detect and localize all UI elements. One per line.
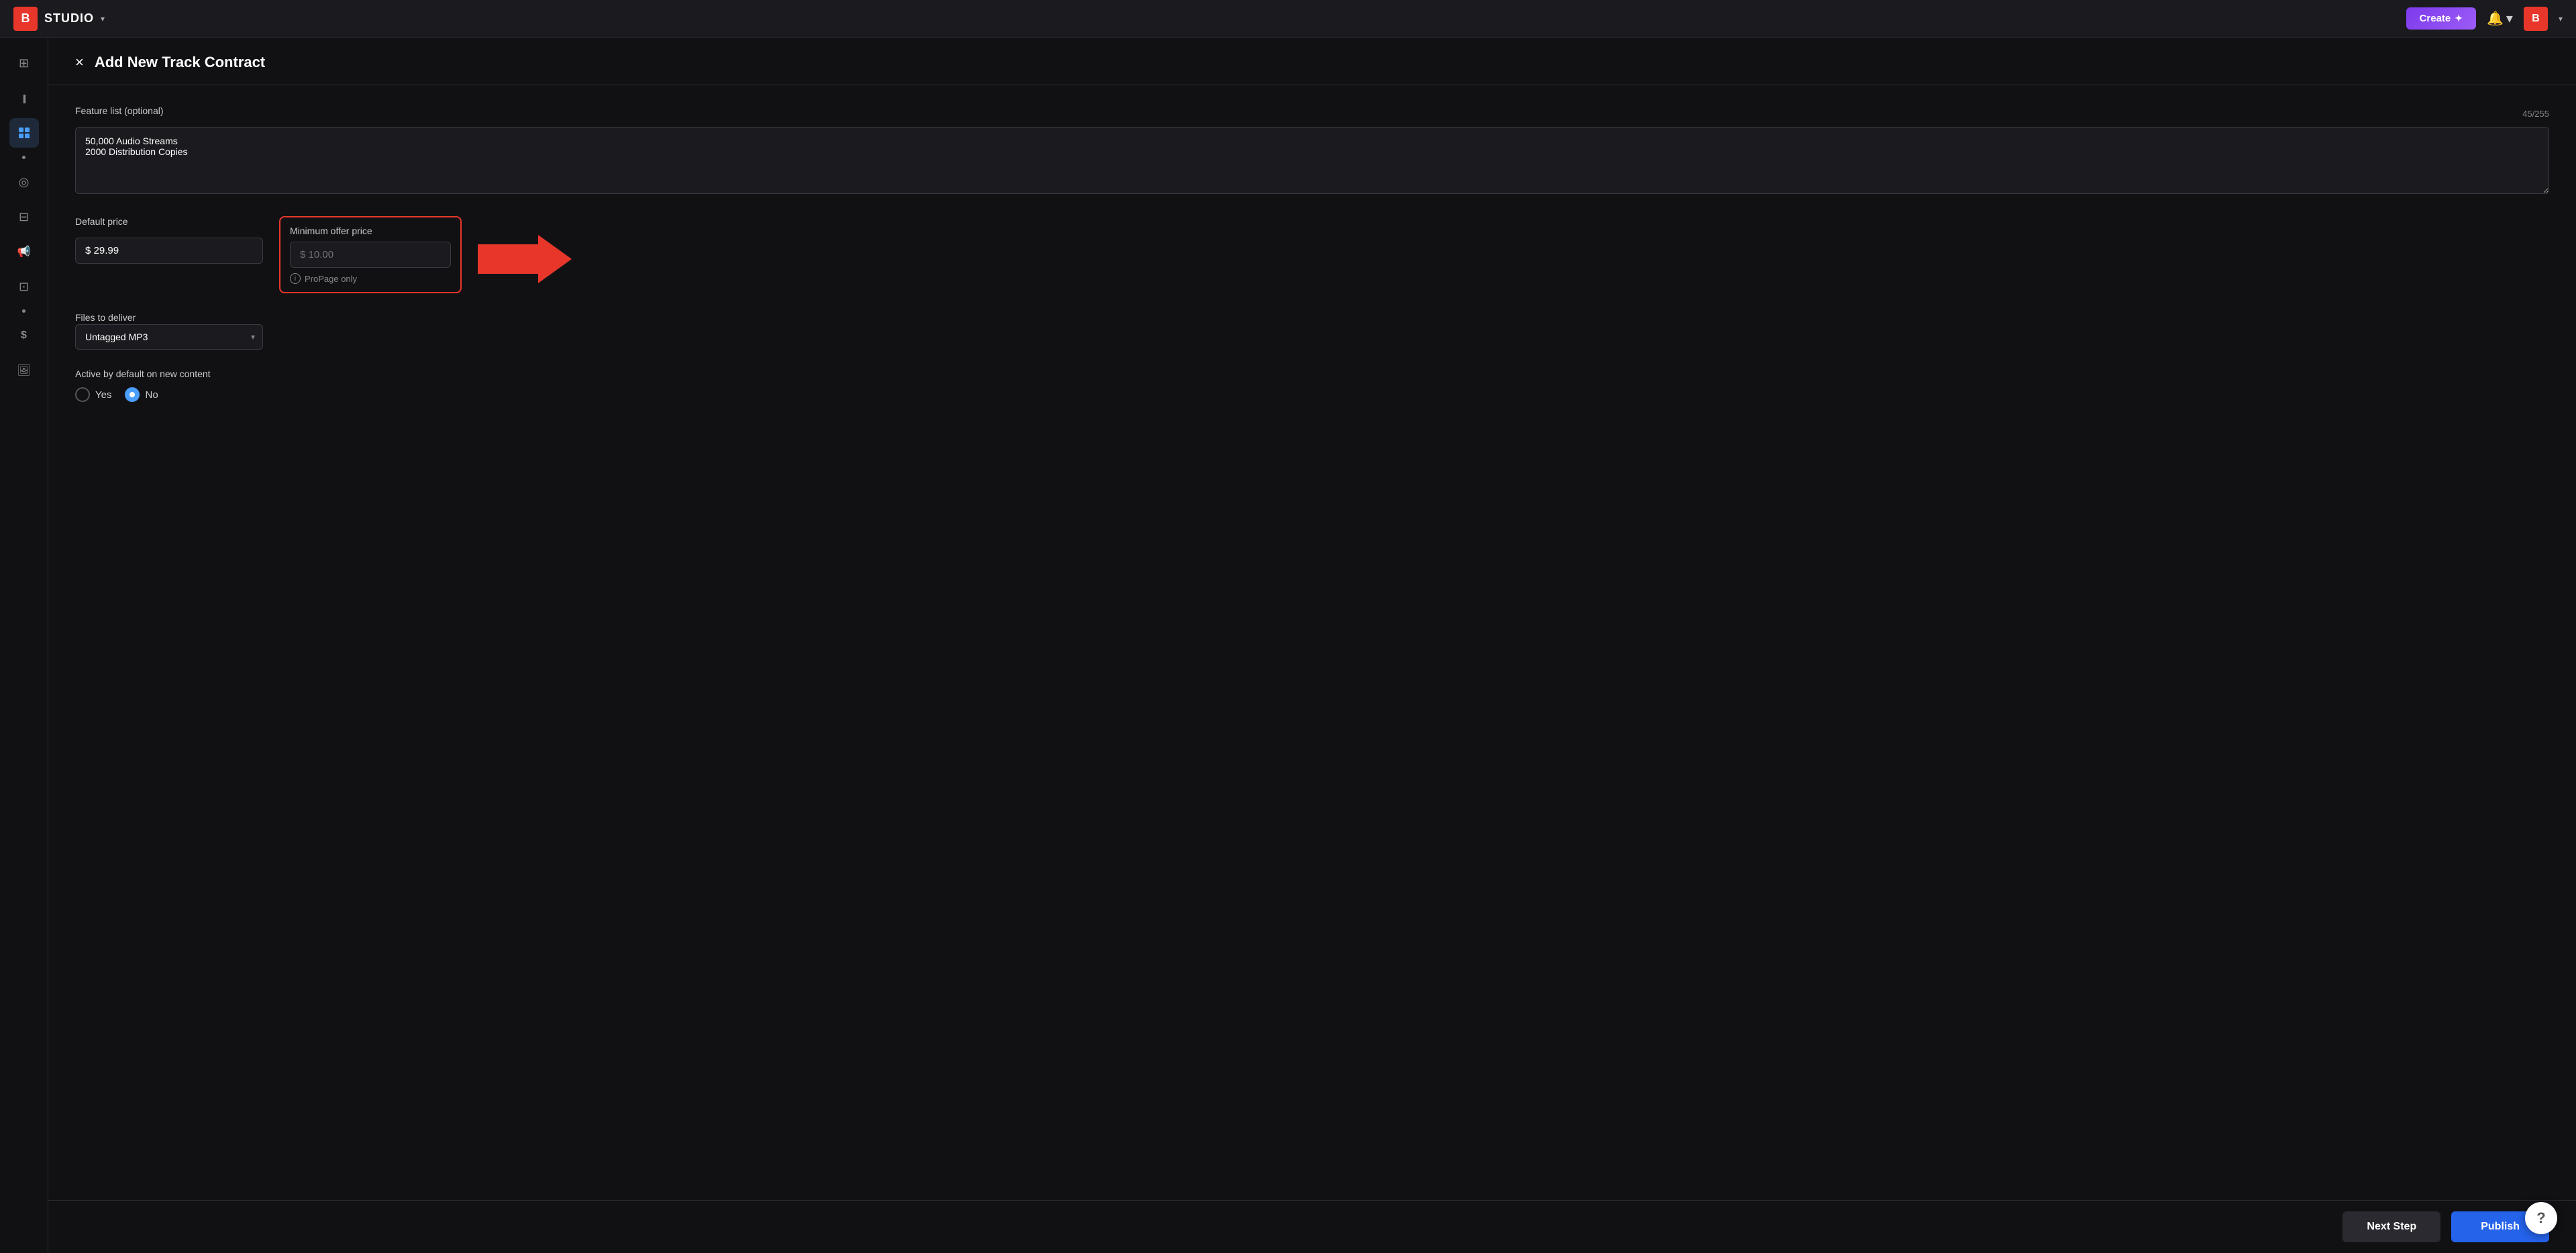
nav-right: Create ✦ 🔔 ▾ B ▾ [2406,7,2563,31]
sidebar-item-dollar[interactable]: $ [9,321,39,350]
red-arrow-shape [478,235,572,283]
propage-note-text: ProPage only [305,274,357,284]
bell-icon: 🔔 [2487,10,2504,27]
sidebar-item-image[interactable]: 🖼 [9,356,39,385]
price-row: Default price Minimum offer price i ProP… [75,216,2549,293]
notifications-button[interactable]: 🔔 ▾ [2487,10,2513,27]
sidebar-dot-2 [22,309,25,313]
radio-no-circle [125,387,140,402]
contracts-icon [17,126,31,140]
sidebar-item-contracts[interactable] [9,118,39,148]
arrow-body [478,244,538,274]
studio-chevron-icon[interactable]: ▾ [101,14,105,23]
sidebar-item-campaigns[interactable]: 📢 [9,237,39,266]
info-icon: i [290,273,301,284]
sidebar: ⊞ ||| ◎ ⊟ 📢 ⊡ $ 🖼 [0,38,48,1253]
sidebar-dot-1 [22,156,25,159]
logo-icon: B [13,7,38,31]
dialog-header: × Add New Track Contract [48,38,2576,85]
dialog-body: Feature list (optional) 45/255 50,000 Au… [48,85,2576,1200]
files-to-deliver-section: Files to deliver Untagged MP3 Tagged MP3… [75,312,2549,350]
feature-list-section: Feature list (optional) 45/255 50,000 Au… [75,105,2549,197]
radio-yes-option[interactable]: Yes [75,387,111,402]
files-to-deliver-label: Files to deliver [75,312,136,323]
top-navigation: B STUDIO ▾ Create ✦ 🔔 ▾ B ▾ [0,0,2576,38]
arrow-head [538,235,572,283]
next-step-button[interactable]: Next Step [2342,1211,2440,1242]
no-label: No [145,389,158,401]
dialog-area: × Add New Track Contract Feature list (o… [48,38,2576,1253]
radio-no-option[interactable]: No [125,387,158,402]
active-default-label: Active by default on new content [75,368,211,379]
studio-label: STUDIO [44,11,94,26]
avatar-chevron-icon[interactable]: ▾ [2559,14,2563,23]
avatar[interactable]: B [2524,7,2548,31]
nav-left: B STUDIO ▾ [13,7,105,31]
files-to-deliver-select[interactable]: Untagged MP3 Tagged MP3 WAV Stems [75,324,263,350]
arrow-annotation [478,216,572,283]
dialog-title: Add New Track Contract [95,54,265,71]
sidebar-item-target[interactable]: ◎ [9,167,39,197]
default-price-col: Default price [75,216,263,264]
active-default-section: Active by default on new content Yes No [75,368,2549,402]
main-layout: ⊞ ||| ◎ ⊟ 📢 ⊡ $ 🖼 × Add New Track Contra… [0,38,2576,1253]
files-to-deliver-select-wrap: Untagged MP3 Tagged MP3 WAV Stems ▾ [75,324,263,350]
close-button[interactable]: × [75,55,84,70]
bell-chevron-icon: ▾ [2506,10,2513,27]
bottom-bar: Next Step Publish [48,1200,2576,1253]
create-label: Create [2420,13,2451,24]
min-offer-box: Minimum offer price i ProPage only [279,216,462,293]
sidebar-item-selection[interactable]: ⊡ [9,272,39,301]
min-offer-price-label: Minimum offer price [290,225,451,236]
default-price-label: Default price [75,216,263,227]
propage-note: i ProPage only [290,273,451,284]
min-offer-price-col: Minimum offer price i ProPage only [279,216,462,293]
sidebar-item-inbox[interactable]: ⊟ [9,202,39,232]
help-button[interactable]: ? [2525,1202,2557,1234]
sidebar-item-grid[interactable]: ⊞ [9,48,39,78]
create-button[interactable]: Create ✦ [2406,7,2476,30]
yes-label: Yes [95,389,111,401]
min-offer-price-input[interactable] [290,242,451,268]
sidebar-item-bars[interactable]: ||| [9,83,39,113]
radio-row: Yes No [75,387,2549,402]
feature-list-label: Feature list (optional) [75,105,164,116]
feature-list-input[interactable]: 50,000 Audio Streams 2000 Distribution C… [75,127,2549,194]
feature-list-char-count: 45/255 [2522,109,2549,119]
content-area: × Add New Track Contract Feature list (o… [48,38,2576,1253]
sparkle-icon: ✦ [2455,13,2463,24]
default-price-input[interactable] [75,238,263,264]
radio-yes-circle [75,387,90,402]
